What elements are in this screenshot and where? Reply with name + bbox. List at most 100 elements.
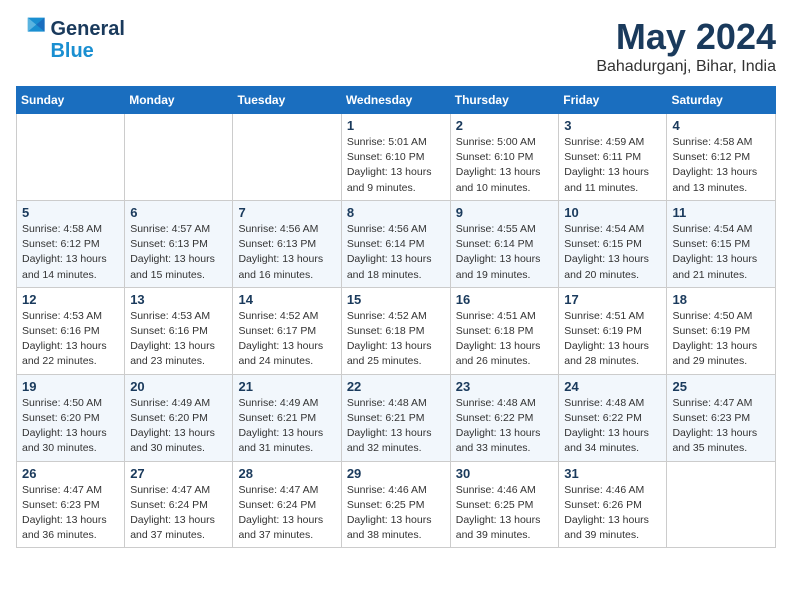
weekday-header: Thursday: [450, 87, 559, 114]
day-info: Sunrise: 4:46 AM Sunset: 6:25 PM Dayligh…: [456, 483, 554, 544]
calendar-cell: 11 Sunrise: 4:54 AM Sunset: 6:15 PM Dayl…: [667, 200, 776, 287]
day-info: Sunrise: 4:53 AM Sunset: 6:16 PM Dayligh…: [130, 309, 227, 370]
day-number: 1: [347, 118, 445, 133]
day-info: Sunrise: 4:47 AM Sunset: 6:24 PM Dayligh…: [130, 483, 227, 544]
day-number: 10: [564, 205, 661, 220]
day-number: 22: [347, 379, 445, 394]
logo-line2: Blue: [50, 40, 124, 62]
weekday-header: Saturday: [667, 87, 776, 114]
calendar-week-row: 19 Sunrise: 4:50 AM Sunset: 6:20 PM Dayl…: [17, 374, 776, 461]
calendar-cell: 10 Sunrise: 4:54 AM Sunset: 6:15 PM Dayl…: [559, 200, 667, 287]
calendar-cell: 5 Sunrise: 4:58 AM Sunset: 6:12 PM Dayli…: [17, 200, 125, 287]
day-number: 8: [347, 205, 445, 220]
day-info: Sunrise: 4:50 AM Sunset: 6:20 PM Dayligh…: [22, 396, 119, 457]
day-info: Sunrise: 4:52 AM Sunset: 6:17 PM Dayligh…: [238, 309, 335, 370]
day-number: 17: [564, 292, 661, 307]
day-number: 13: [130, 292, 227, 307]
day-number: 31: [564, 466, 661, 481]
calendar-table: SundayMondayTuesdayWednesdayThursdayFrid…: [16, 86, 776, 548]
weekday-header: Monday: [125, 87, 233, 114]
day-number: 21: [238, 379, 335, 394]
calendar-cell: 29 Sunrise: 4:46 AM Sunset: 6:25 PM Dayl…: [341, 461, 450, 548]
day-number: 30: [456, 466, 554, 481]
calendar-cell: 25 Sunrise: 4:47 AM Sunset: 6:23 PM Dayl…: [667, 374, 776, 461]
day-number: 19: [22, 379, 119, 394]
calendar-cell: [233, 114, 341, 201]
day-number: 9: [456, 205, 554, 220]
day-info: Sunrise: 4:54 AM Sunset: 6:15 PM Dayligh…: [672, 222, 770, 283]
calendar-cell: 23 Sunrise: 4:48 AM Sunset: 6:22 PM Dayl…: [450, 374, 559, 461]
calendar-cell: 31 Sunrise: 4:46 AM Sunset: 6:26 PM Dayl…: [559, 461, 667, 548]
day-info: Sunrise: 4:52 AM Sunset: 6:18 PM Dayligh…: [347, 309, 445, 370]
day-info: Sunrise: 4:49 AM Sunset: 6:21 PM Dayligh…: [238, 396, 335, 457]
calendar-cell: 9 Sunrise: 4:55 AM Sunset: 6:14 PM Dayli…: [450, 200, 559, 287]
day-info: Sunrise: 4:48 AM Sunset: 6:22 PM Dayligh…: [564, 396, 661, 457]
day-info: Sunrise: 4:47 AM Sunset: 6:24 PM Dayligh…: [238, 483, 335, 544]
location: Bahadurganj, Bihar, India: [596, 58, 776, 76]
day-number: 11: [672, 205, 770, 220]
day-number: 20: [130, 379, 227, 394]
calendar-cell: 18 Sunrise: 4:50 AM Sunset: 6:19 PM Dayl…: [667, 287, 776, 374]
calendar-cell: [125, 114, 233, 201]
weekday-header: Sunday: [17, 87, 125, 114]
day-info: Sunrise: 4:58 AM Sunset: 6:12 PM Dayligh…: [672, 135, 770, 196]
page-header: General Blue May 2024 Bahadurganj, Bihar…: [16, 16, 776, 76]
calendar-cell: 2 Sunrise: 5:00 AM Sunset: 6:10 PM Dayli…: [450, 114, 559, 201]
day-number: 7: [238, 205, 335, 220]
calendar-cell: 14 Sunrise: 4:52 AM Sunset: 6:17 PM Dayl…: [233, 287, 341, 374]
day-info: Sunrise: 4:51 AM Sunset: 6:18 PM Dayligh…: [456, 309, 554, 370]
calendar-cell: 30 Sunrise: 4:46 AM Sunset: 6:25 PM Dayl…: [450, 461, 559, 548]
day-info: Sunrise: 4:54 AM Sunset: 6:15 PM Dayligh…: [564, 222, 661, 283]
calendar-cell: 1 Sunrise: 5:01 AM Sunset: 6:10 PM Dayli…: [341, 114, 450, 201]
weekday-header: Friday: [559, 87, 667, 114]
calendar-header-row: SundayMondayTuesdayWednesdayThursdayFrid…: [17, 87, 776, 114]
calendar-week-row: 5 Sunrise: 4:58 AM Sunset: 6:12 PM Dayli…: [17, 200, 776, 287]
day-number: 26: [22, 466, 119, 481]
calendar-week-row: 26 Sunrise: 4:47 AM Sunset: 6:23 PM Dayl…: [17, 461, 776, 548]
day-info: Sunrise: 4:47 AM Sunset: 6:23 PM Dayligh…: [22, 483, 119, 544]
weekday-header: Wednesday: [341, 87, 450, 114]
day-info: Sunrise: 4:46 AM Sunset: 6:25 PM Dayligh…: [347, 483, 445, 544]
day-info: Sunrise: 4:56 AM Sunset: 6:13 PM Dayligh…: [238, 222, 335, 283]
calendar-cell: 28 Sunrise: 4:47 AM Sunset: 6:24 PM Dayl…: [233, 461, 341, 548]
calendar-cell: 17 Sunrise: 4:51 AM Sunset: 6:19 PM Dayl…: [559, 287, 667, 374]
day-info: Sunrise: 5:01 AM Sunset: 6:10 PM Dayligh…: [347, 135, 445, 196]
day-number: 16: [456, 292, 554, 307]
day-info: Sunrise: 4:46 AM Sunset: 6:26 PM Dayligh…: [564, 483, 661, 544]
day-number: 5: [22, 205, 119, 220]
day-info: Sunrise: 4:53 AM Sunset: 6:16 PM Dayligh…: [22, 309, 119, 370]
day-info: Sunrise: 4:49 AM Sunset: 6:20 PM Dayligh…: [130, 396, 227, 457]
calendar-cell: 16 Sunrise: 4:51 AM Sunset: 6:18 PM Dayl…: [450, 287, 559, 374]
calendar-cell: [667, 461, 776, 548]
day-number: 24: [564, 379, 661, 394]
calendar-cell: 19 Sunrise: 4:50 AM Sunset: 6:20 PM Dayl…: [17, 374, 125, 461]
calendar-cell: 21 Sunrise: 4:49 AM Sunset: 6:21 PM Dayl…: [233, 374, 341, 461]
day-number: 18: [672, 292, 770, 307]
calendar-cell: 22 Sunrise: 4:48 AM Sunset: 6:21 PM Dayl…: [341, 374, 450, 461]
day-info: Sunrise: 5:00 AM Sunset: 6:10 PM Dayligh…: [456, 135, 554, 196]
day-number: 15: [347, 292, 445, 307]
title-area: May 2024 Bahadurganj, Bihar, India: [596, 16, 776, 76]
day-info: Sunrise: 4:56 AM Sunset: 6:14 PM Dayligh…: [347, 222, 445, 283]
day-info: Sunrise: 4:58 AM Sunset: 6:12 PM Dayligh…: [22, 222, 119, 283]
day-info: Sunrise: 4:48 AM Sunset: 6:22 PM Dayligh…: [456, 396, 554, 457]
day-number: 29: [347, 466, 445, 481]
calendar-cell: 24 Sunrise: 4:48 AM Sunset: 6:22 PM Dayl…: [559, 374, 667, 461]
day-number: 25: [672, 379, 770, 394]
calendar-cell: 3 Sunrise: 4:59 AM Sunset: 6:11 PM Dayli…: [559, 114, 667, 201]
day-info: Sunrise: 4:51 AM Sunset: 6:19 PM Dayligh…: [564, 309, 661, 370]
day-info: Sunrise: 4:47 AM Sunset: 6:23 PM Dayligh…: [672, 396, 770, 457]
calendar-cell: 4 Sunrise: 4:58 AM Sunset: 6:12 PM Dayli…: [667, 114, 776, 201]
calendar-cell: 8 Sunrise: 4:56 AM Sunset: 6:14 PM Dayli…: [341, 200, 450, 287]
logo-line1: General: [50, 18, 124, 40]
calendar-cell: 6 Sunrise: 4:57 AM Sunset: 6:13 PM Dayli…: [125, 200, 233, 287]
day-number: 12: [22, 292, 119, 307]
day-info: Sunrise: 4:59 AM Sunset: 6:11 PM Dayligh…: [564, 135, 661, 196]
calendar-cell: 7 Sunrise: 4:56 AM Sunset: 6:13 PM Dayli…: [233, 200, 341, 287]
day-info: Sunrise: 4:57 AM Sunset: 6:13 PM Dayligh…: [130, 222, 227, 283]
calendar-cell: 26 Sunrise: 4:47 AM Sunset: 6:23 PM Dayl…: [17, 461, 125, 548]
day-number: 28: [238, 466, 335, 481]
day-number: 23: [456, 379, 554, 394]
calendar-cell: 13 Sunrise: 4:53 AM Sunset: 6:16 PM Dayl…: [125, 287, 233, 374]
day-info: Sunrise: 4:55 AM Sunset: 6:14 PM Dayligh…: [456, 222, 554, 283]
